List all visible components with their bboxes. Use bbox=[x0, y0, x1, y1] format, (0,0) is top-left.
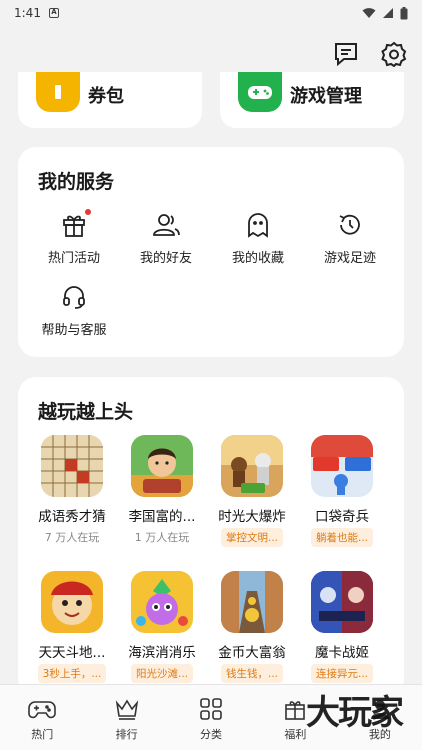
game-item[interactable]: 李国富的... 1 万人在玩 bbox=[121, 435, 203, 545]
service-help-support[interactable]: 帮助与客服 bbox=[32, 283, 116, 338]
service-hot-activities[interactable]: 热门活动 bbox=[32, 209, 116, 266]
game-icon bbox=[221, 571, 283, 633]
game-name: 魔卡战姬 bbox=[315, 645, 369, 661]
message-icon[interactable] bbox=[332, 40, 360, 68]
game-name: 口袋奇兵 bbox=[315, 509, 369, 525]
game-name: 李国富的... bbox=[128, 509, 196, 525]
service-label: 我的收藏 bbox=[231, 251, 284, 266]
game-players: 7 万人在玩 bbox=[44, 531, 100, 544]
game-icon bbox=[131, 571, 193, 633]
top-shortcut-cards: 券包 游戏管理 bbox=[18, 72, 404, 128]
game-name: 天天斗地... bbox=[38, 645, 106, 661]
game-name: 时光大爆炸 bbox=[218, 509, 286, 525]
game-manage-card-label: 游戏管理 bbox=[290, 86, 362, 107]
tab-category[interactable]: 分类 bbox=[169, 685, 253, 750]
game-recommend-card: 越玩越上头 成语秀才猜 7 万人在玩 李国富的... 1 万人在玩 时光大爆炸 … bbox=[18, 377, 404, 697]
tab-label: 排行 bbox=[115, 728, 138, 741]
game-name: 海滨消消乐 bbox=[128, 645, 196, 661]
game-icon bbox=[41, 571, 103, 633]
watermark-logo: 大玩家 bbox=[306, 693, 404, 733]
game-icon bbox=[41, 435, 103, 497]
gamepad-icon bbox=[238, 72, 282, 112]
game-tag: 钱生钱，... bbox=[220, 664, 283, 683]
tab-ranking[interactable]: 排行 bbox=[84, 685, 168, 750]
tab-label: 热门 bbox=[31, 728, 54, 741]
service-label: 我的好友 bbox=[139, 251, 192, 266]
game-icon bbox=[311, 571, 373, 633]
game-tag: 躺着也能... bbox=[310, 528, 373, 547]
battery-icon bbox=[400, 6, 408, 19]
coupon-card[interactable]: 券包 bbox=[18, 72, 202, 128]
game-icon bbox=[131, 435, 193, 497]
game-icon bbox=[221, 435, 283, 497]
game-tag: 阳光沙滩... bbox=[130, 664, 193, 683]
coupon-card-label: 券包 bbox=[88, 86, 124, 107]
game-item[interactable]: 时光大爆炸 掌控文明... bbox=[211, 435, 293, 551]
status-time: 1:41 bbox=[14, 6, 41, 20]
sim-icon: A bbox=[48, 8, 59, 18]
game-manage-card[interactable]: 游戏管理 bbox=[220, 72, 404, 128]
signal-icon bbox=[383, 8, 393, 18]
game-item[interactable]: 口袋奇兵 躺着也能... bbox=[301, 435, 383, 551]
game-item[interactable]: 成语秀才猜 7 万人在玩 bbox=[31, 435, 113, 545]
gamepad-icon bbox=[28, 695, 57, 723]
game-players: 1 万人在玩 bbox=[134, 531, 190, 544]
game-tag: 连接异元... bbox=[310, 664, 373, 683]
tab-label: 福利 bbox=[284, 728, 307, 741]
service-my-favorites[interactable]: 我的收藏 bbox=[216, 211, 300, 266]
service-my-friends[interactable]: 我的好友 bbox=[124, 211, 208, 266]
gift-icon bbox=[60, 209, 91, 239]
tab-label: 分类 bbox=[200, 728, 223, 741]
my-services-title: 我的服务 bbox=[38, 171, 115, 193]
game-item[interactable]: 金币大富翁 钱生钱，... bbox=[211, 571, 293, 687]
game-icon bbox=[311, 435, 373, 497]
game-name: 成语秀才猜 bbox=[38, 509, 106, 525]
tab-hot[interactable]: 热门 bbox=[0, 685, 84, 750]
my-services-card: 我的服务 热门活动 我的好友 我的收藏 游戏足迹 帮助与客服 bbox=[18, 147, 404, 357]
service-label: 热门活动 bbox=[47, 251, 100, 266]
wifi-icon bbox=[362, 8, 376, 18]
game-item[interactable]: 天天斗地... 3秒上手，... bbox=[31, 571, 113, 687]
settings-gear-icon[interactable] bbox=[380, 40, 408, 68]
game-tag: 3秒上手，... bbox=[37, 664, 107, 683]
crown-icon bbox=[113, 695, 141, 723]
game-item[interactable]: 魔卡战姬 连接异元... bbox=[301, 571, 383, 687]
service-label: 游戏足迹 bbox=[323, 251, 376, 266]
game-tag: 掌控文明... bbox=[220, 528, 283, 547]
game-item[interactable]: 海滨消消乐 阳光沙滩... bbox=[121, 571, 203, 687]
headset-icon bbox=[60, 283, 88, 311]
friends-icon bbox=[152, 211, 180, 239]
ticket-icon bbox=[36, 72, 80, 112]
top-action-bar bbox=[332, 40, 408, 68]
status-bar: 1:41 A bbox=[0, 0, 422, 26]
notification-dot bbox=[85, 209, 91, 215]
game-name: 金币大富翁 bbox=[218, 645, 286, 661]
ghost-icon bbox=[244, 211, 272, 239]
service-label: 帮助与客服 bbox=[41, 323, 107, 338]
history-icon bbox=[336, 211, 364, 239]
game-recommend-title: 越玩越上头 bbox=[38, 401, 134, 423]
service-game-history[interactable]: 游戏足迹 bbox=[308, 211, 392, 266]
grid-icon bbox=[197, 695, 225, 723]
